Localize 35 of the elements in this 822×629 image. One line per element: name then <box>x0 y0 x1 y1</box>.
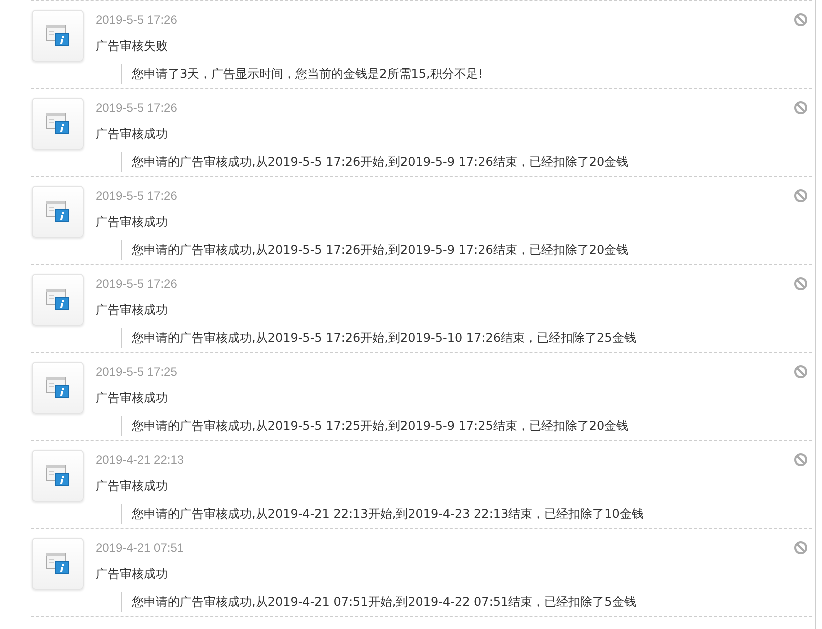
info-window-icon <box>46 289 70 311</box>
message-text: 您申请的广告审核成功,从2019-5-5 17:25开始,到2019-5-9 17:25结束，已经扣除了20金钱 <box>121 416 629 436</box>
delete-icon[interactable] <box>794 277 808 291</box>
delete-icon[interactable] <box>794 453 808 467</box>
message-title: 广告审核成功 <box>96 390 169 406</box>
message-time: 2019-4-21 22:13 <box>96 452 186 468</box>
delete-icon[interactable] <box>794 189 808 203</box>
delete-icon[interactable] <box>794 101 808 115</box>
info-window-icon <box>46 553 70 575</box>
info-window-icon <box>46 201 70 223</box>
message-text: 您申请的广告审核成功,从2019-5-5 17:26开始,到2019-5-9 17:26结束，已经扣除了20金钱 <box>121 240 629 260</box>
message-title: 广告审核成功 <box>96 302 169 318</box>
message-text: 您申请了3天，广告显示时间，您当前的金钱是2所需15,积分不足! <box>121 64 484 84</box>
message-time: 2019-4-21 07:51 <box>96 540 186 556</box>
message-time: 2019-5-5 17:26 <box>96 188 178 204</box>
message-time: 2019-5-5 17:26 <box>96 100 178 116</box>
message-text: 您申请的广告审核成功,从2019-5-5 17:26开始,到2019-5-10 17:26结束，已经扣除了25金钱 <box>121 328 636 348</box>
message-title: 广告审核成功 <box>96 478 169 494</box>
info-window-icon <box>46 465 70 487</box>
info-window-icon <box>46 113 70 135</box>
delete-icon[interactable] <box>794 541 808 555</box>
message-time: 2019-5-5 17:26 <box>96 276 178 292</box>
delete-icon[interactable] <box>794 365 808 379</box>
message-title: 广告审核成功 <box>96 214 169 230</box>
delete-icon[interactable] <box>794 13 808 27</box>
message-title: 广告审核成功 <box>96 566 169 582</box>
message-time: 2019-5-5 17:26 <box>96 12 178 28</box>
message-text: 您申请的广告审核成功,从2019-5-5 17:26开始,到2019-5-9 17:26结束，已经扣除了20金钱 <box>121 152 629 172</box>
info-window-icon <box>46 25 70 47</box>
message-title: 广告审核成功 <box>96 126 169 142</box>
message-text: 您申请的广告审核成功,从2019-4-21 22:13开始,到2019-4-23 22:13结束，已经扣除了10金钱 <box>121 504 644 524</box>
message-time: 2019-5-5 17:25 <box>96 364 178 380</box>
message-title: 广告审核失败 <box>96 38 169 54</box>
message-text: 您申请的广告审核成功,从2019-4-21 07:51开始,到2019-4-22 07:51结束，已经扣除了5金钱 <box>121 592 636 612</box>
info-window-icon <box>46 377 70 399</box>
